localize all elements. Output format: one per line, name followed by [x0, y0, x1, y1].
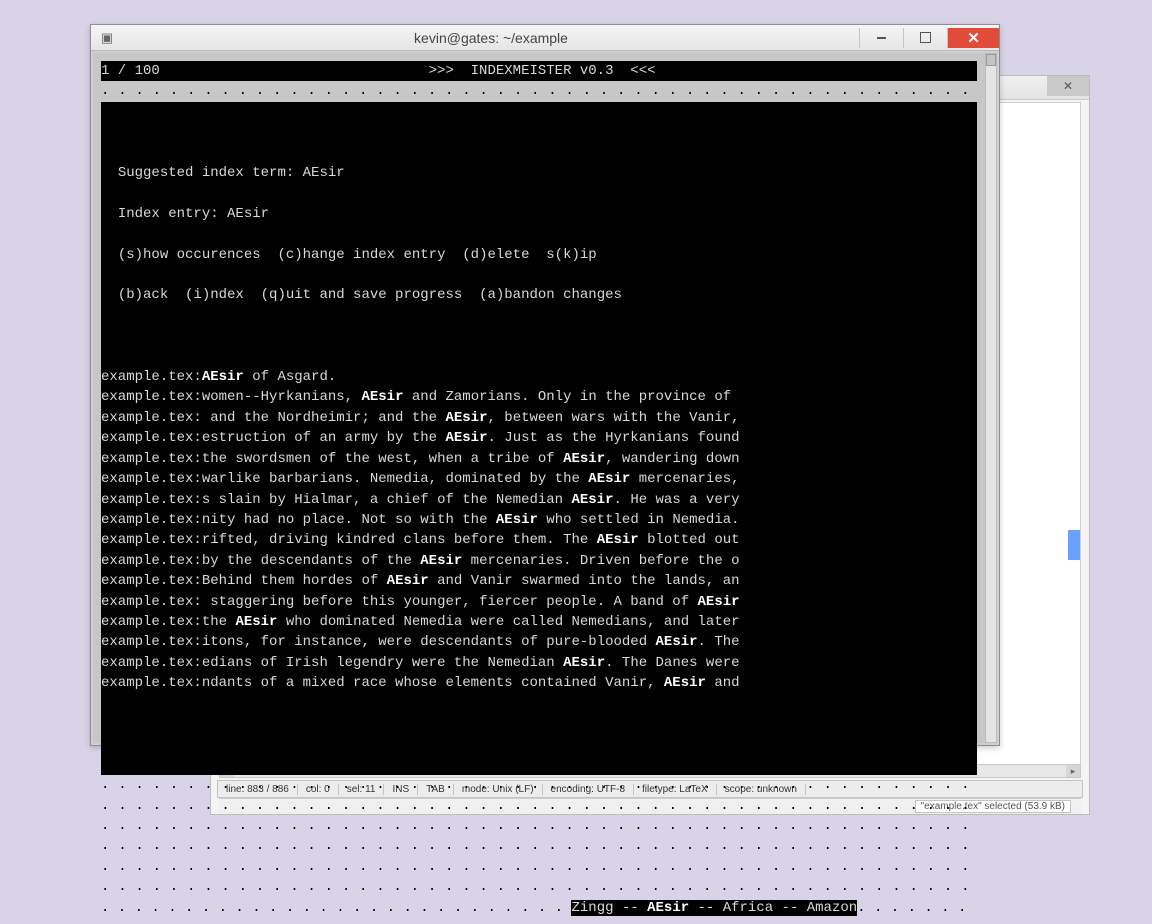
- hit-line: example.tex:edians of Irish legendry wer…: [101, 653, 977, 673]
- hit-line: example.tex: staggering before this youn…: [101, 592, 977, 612]
- hit-line: example.tex:s slain by Hialmar, a chief …: [101, 490, 977, 510]
- hit-line: example.tex:women--Hyrkanians, AEsir and…: [101, 387, 977, 407]
- close-button[interactable]: [947, 28, 999, 48]
- hit-line: example.tex:AEsir of Asgard.: [101, 367, 977, 387]
- blank-line: [101, 326, 977, 346]
- hit-line: example.tex:itons, for instance, were de…: [101, 632, 977, 652]
- maximize-button[interactable]: [903, 28, 947, 48]
- scroll-right-icon[interactable]: ▸: [1066, 765, 1080, 777]
- terminal-app-icon: ▣: [97, 28, 117, 48]
- nav-row: . . . . . . . . . . . . . . . . . . . . …: [101, 898, 977, 918]
- hit-line: example.tex:by the descendants of the AE…: [101, 551, 977, 571]
- blank-line: [101, 714, 977, 734]
- border-dots: ........................................…: [101, 81, 977, 101]
- border-dots: ........................................…: [101, 816, 977, 836]
- hit-line: example.tex:the AEsir who dominated Neme…: [101, 612, 977, 632]
- terminal-scrollbar[interactable]: [985, 53, 997, 743]
- border-dots: ........................................…: [101, 857, 977, 877]
- minimize-button[interactable]: [859, 28, 903, 48]
- terminal-titlebar[interactable]: ▣ kevin@gates: ~/example: [91, 25, 999, 51]
- border-dots: ........................................…: [101, 836, 977, 856]
- terminal-scroll-thumb[interactable]: [986, 54, 996, 66]
- hit-line: example.tex:nity had no place. Not so wi…: [101, 510, 977, 530]
- terminal-title: kevin@gates: ~/example: [123, 30, 859, 46]
- terminal-body[interactable]: 1 / 100 >>> INDEXMEISTER v0.3 <<< ......…: [93, 53, 985, 743]
- index-entry-line: Index entry: AEsir: [101, 204, 977, 224]
- hit-line: example.tex:the swordsmen of the west, w…: [101, 449, 977, 469]
- editor-scroll-thumb[interactable]: [1068, 530, 1080, 560]
- terminal-header-row: 1 / 100 >>> INDEXMEISTER v0.3 <<<: [101, 61, 977, 81]
- hit-line: example.tex:estruction of an army by the…: [101, 428, 977, 448]
- border-dots: ........................................…: [101, 877, 977, 897]
- terminal-window: ▣ kevin@gates: ~/example 1 / 100 >>> IND…: [90, 24, 1000, 746]
- actions-line-1: (s)how occurences (c)hange index entry (…: [101, 245, 977, 265]
- border-dots: ........................................…: [101, 775, 977, 795]
- hit-line: example.tex:warlike barbarians. Nemedia,…: [101, 469, 977, 489]
- hit-line: example.tex: and the Nordheimir; and the…: [101, 408, 977, 428]
- blank-line: [101, 122, 977, 142]
- hit-line: example.tex:Behind them hordes of AEsir …: [101, 571, 977, 591]
- editor-close-button[interactable]: ✕: [1047, 76, 1089, 96]
- suggested-term-line: Suggested index term: AEsir: [101, 163, 977, 183]
- hit-line: example.tex:ndants of a mixed race whose…: [101, 673, 977, 693]
- border-dots: ........................................…: [101, 796, 977, 816]
- actions-line-2: (b)ack (i)ndex (q)uit and save progress …: [101, 285, 977, 305]
- hit-line: example.tex:rifted, driving kindred clan…: [101, 530, 977, 550]
